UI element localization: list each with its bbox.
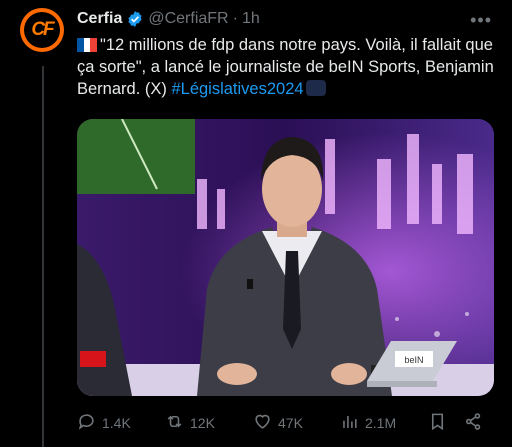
author-handle[interactable]: @CerfiaFR bbox=[148, 10, 228, 28]
avatar[interactable]: CF bbox=[20, 8, 64, 52]
reply-icon bbox=[77, 412, 102, 434]
laptop-logo: beIN bbox=[404, 355, 423, 365]
like-icon bbox=[253, 412, 278, 434]
bookmark-button[interactable] bbox=[428, 412, 464, 434]
bookmark-icon bbox=[428, 412, 453, 434]
more-icon[interactable]: ••• bbox=[470, 10, 492, 31]
studio-photo: beIN bbox=[77, 119, 494, 396]
thread-line bbox=[42, 66, 44, 447]
avatar-logo: CF bbox=[24, 12, 60, 48]
like-button[interactable]: 47K bbox=[253, 412, 340, 434]
tweet-text-block: "12 millions de fdp dans notre pays. Voi… bbox=[77, 34, 497, 100]
hashtag-emoji-icon bbox=[305, 80, 326, 96]
tweet-image[interactable]: beIN bbox=[77, 119, 494, 396]
repost-icon bbox=[165, 412, 190, 434]
repost-button[interactable]: 12K bbox=[165, 412, 253, 434]
tweet-header: Cerfia @CerfiaFR · 1h bbox=[77, 8, 512, 30]
repost-count: 12K bbox=[190, 415, 215, 431]
author-name[interactable]: Cerfia bbox=[77, 10, 122, 28]
views-icon bbox=[340, 412, 365, 434]
views-button[interactable]: 2.1M bbox=[340, 412, 428, 434]
france-flag-icon bbox=[77, 36, 97, 52]
action-bar: 1.4K 12K 47K 2.1M bbox=[77, 408, 497, 438]
tweet-time[interactable]: 1h bbox=[242, 10, 260, 28]
verified-icon bbox=[126, 10, 144, 28]
hashtag-link[interactable]: #Législatives2024 bbox=[171, 80, 303, 98]
reply-count: 1.4K bbox=[102, 415, 131, 431]
separator-dot: · bbox=[232, 10, 238, 27]
share-button[interactable] bbox=[464, 412, 488, 434]
views-count: 2.1M bbox=[365, 415, 397, 431]
like-count: 47K bbox=[278, 415, 303, 431]
share-icon bbox=[464, 412, 489, 434]
reply-button[interactable]: 1.4K bbox=[77, 412, 165, 434]
